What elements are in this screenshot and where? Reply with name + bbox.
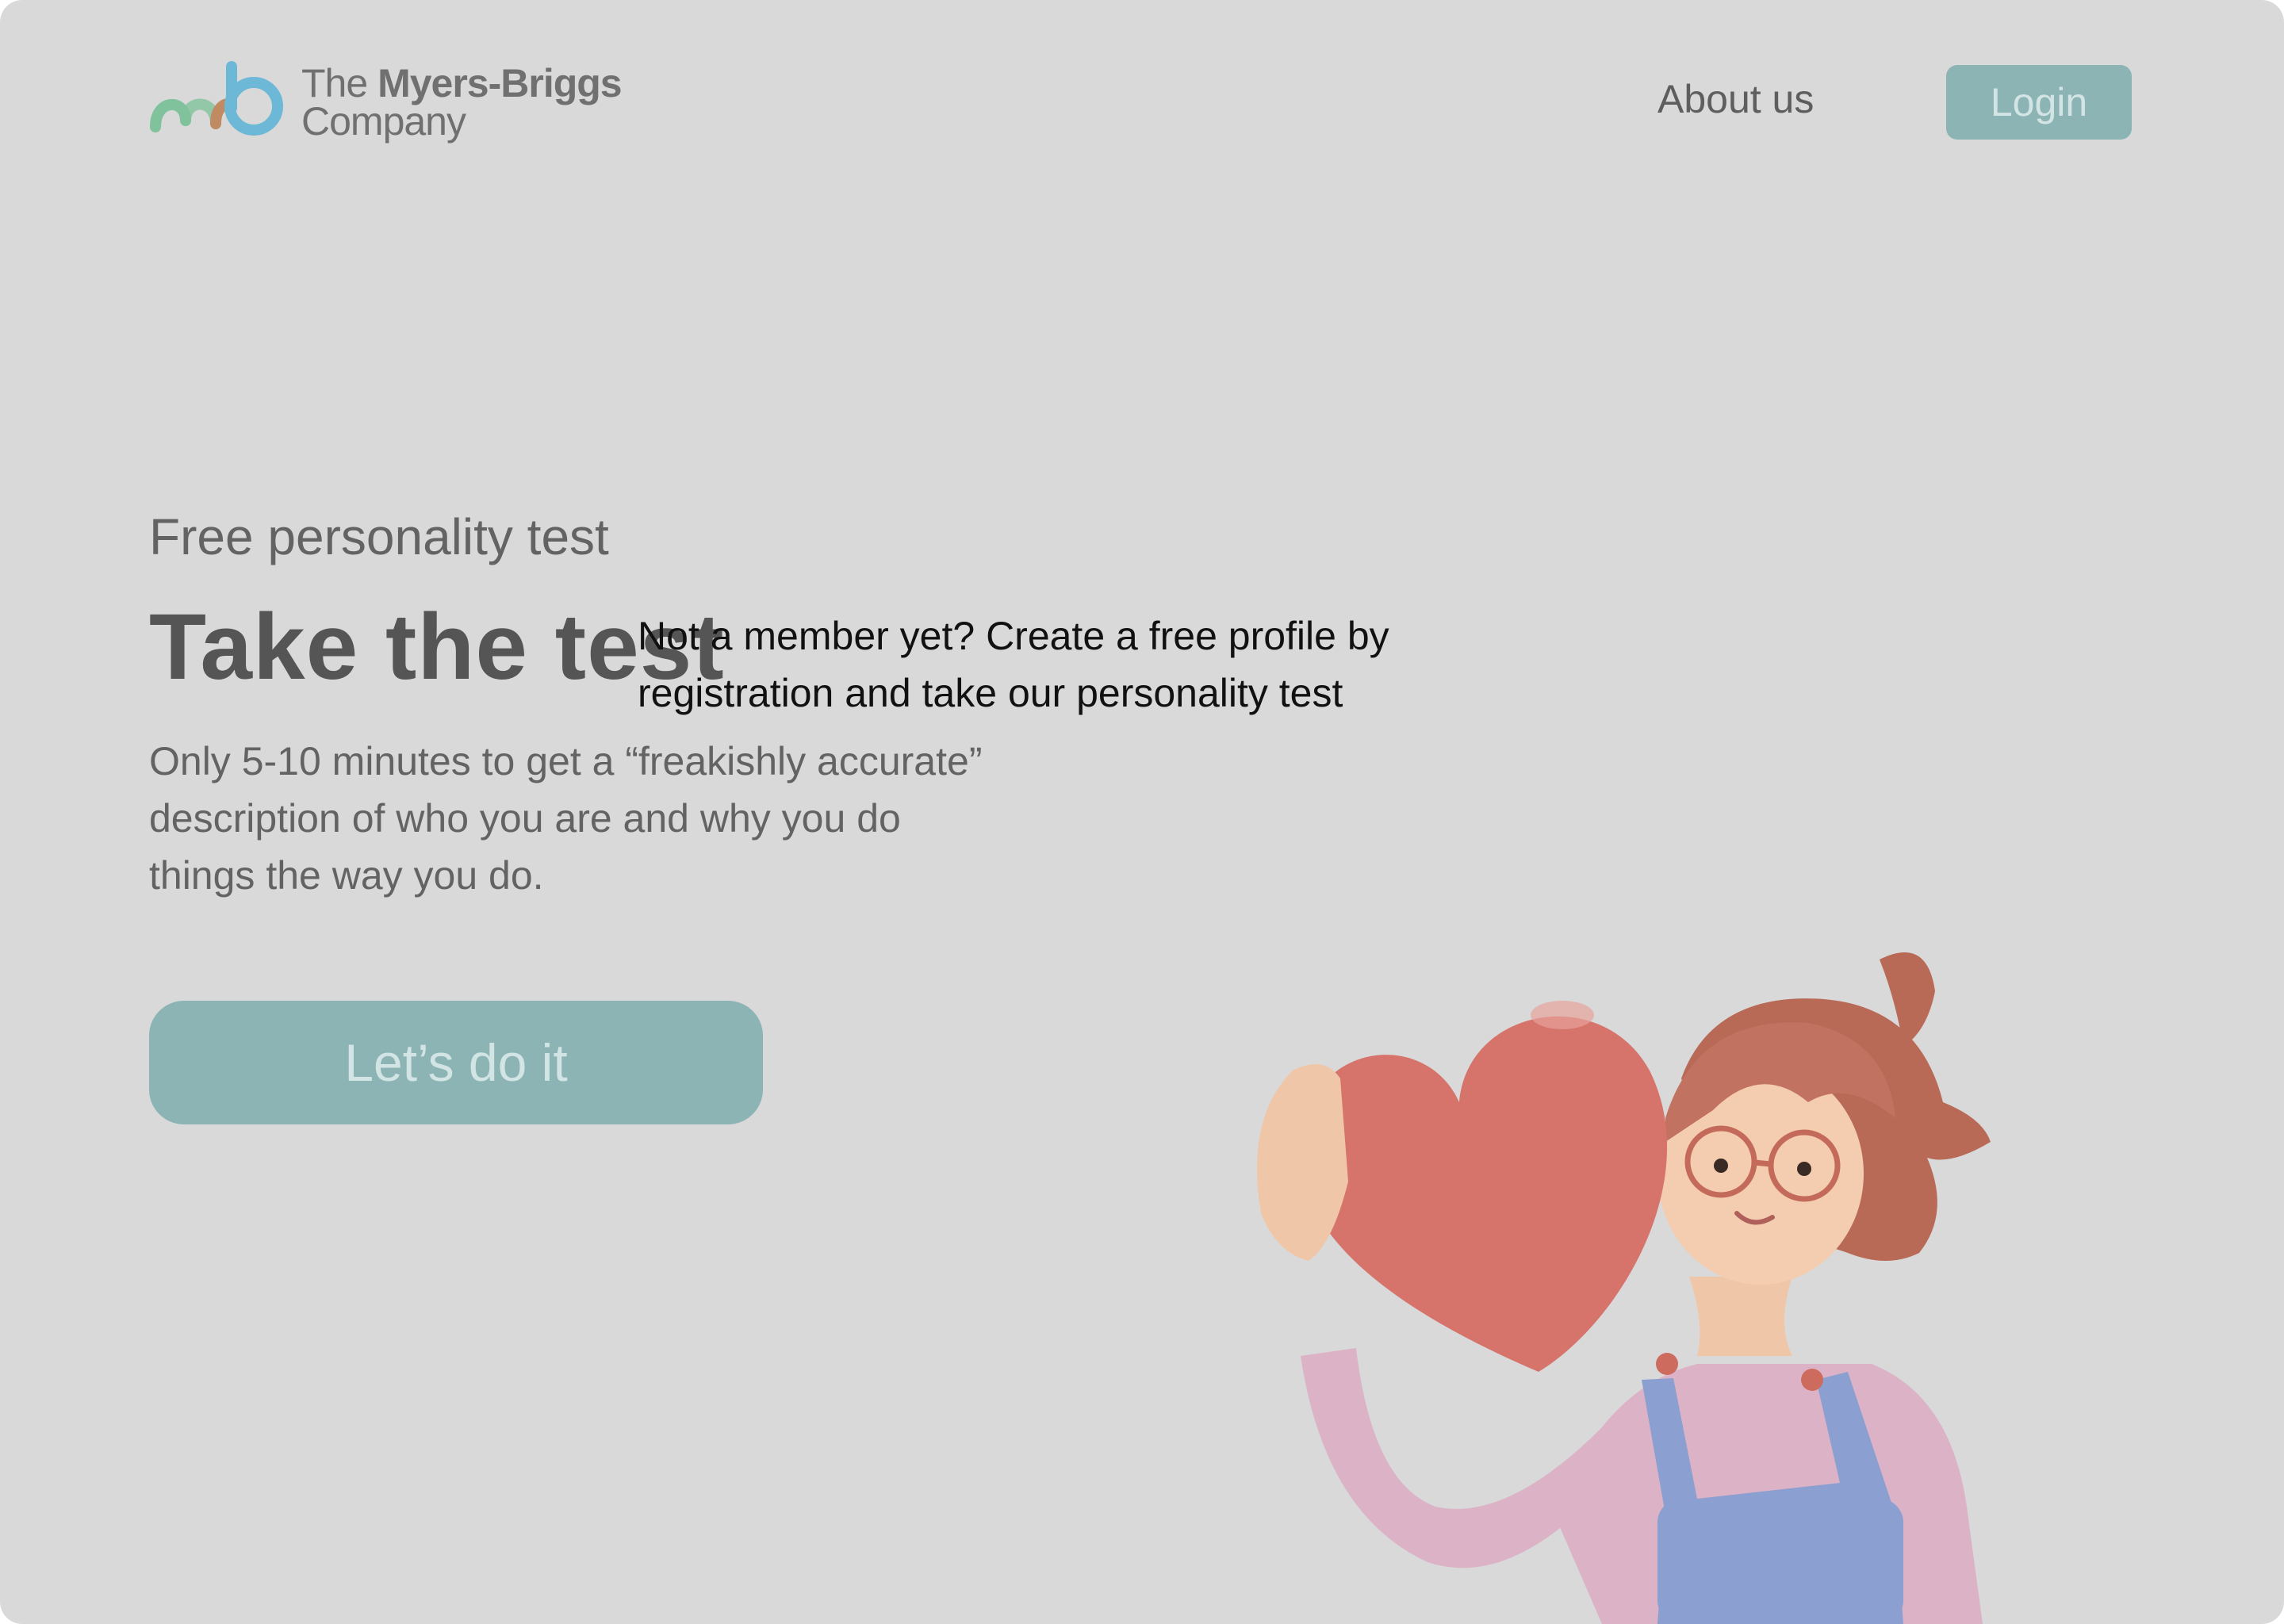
- brand-wordmark: The Myers-Briggs Company: [301, 63, 623, 144]
- page: The Myers-Briggs Company About us Login …: [0, 0, 2284, 1624]
- hero-eyebrow: Free personality test: [149, 508, 609, 565]
- start-test-button[interactable]: Let’s do it: [149, 1001, 763, 1124]
- brand-company: Company: [301, 99, 466, 144]
- signup-prompt-text: Not a member yet? Create a free profile …: [638, 614, 1389, 715]
- hero-description: Only 5-10 minutes to get a “freakishly a…: [149, 739, 983, 898]
- nav-link-about[interactable]: About us: [1657, 76, 1814, 122]
- girl-holding-heart-illustration: [1257, 952, 1991, 1624]
- login-button[interactable]: Login: [1946, 65, 2132, 140]
- mb-logo-icon: [150, 61, 283, 136]
- brand-logo[interactable]: The Myers-Briggs Company: [149, 56, 623, 151]
